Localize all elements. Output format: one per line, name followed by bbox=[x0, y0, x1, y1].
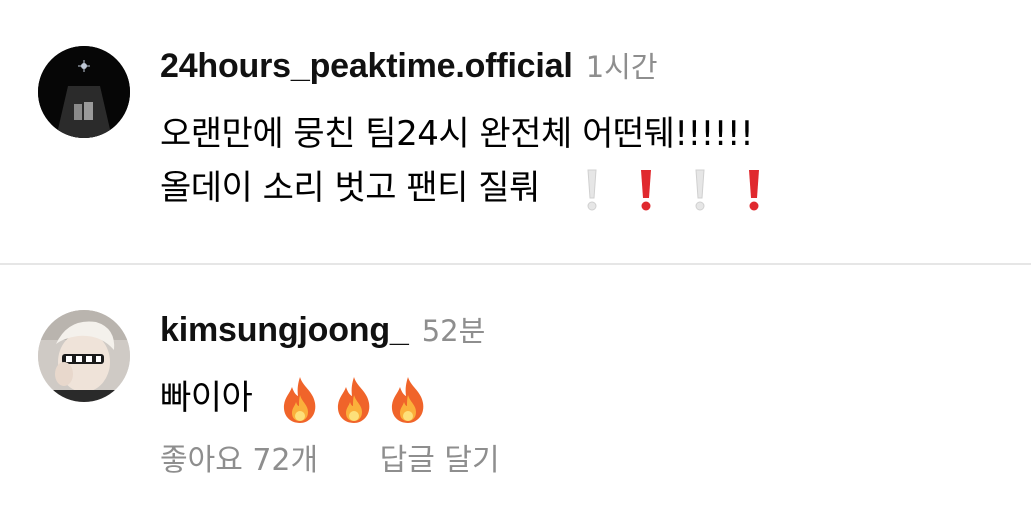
avatar[interactable] bbox=[38, 310, 130, 402]
comment-header: kimsungjoong_ 52분 bbox=[160, 308, 485, 350]
timestamp: 1시간 bbox=[585, 50, 658, 84]
avatar-image bbox=[38, 310, 130, 402]
reply-button[interactable]: 답글 달기 bbox=[380, 443, 500, 478]
comment-item: kimsungjoong_ 52분 빠이아 좋아요 72개 답글 달기 bbox=[0, 265, 1031, 530]
white-exclamation-icon bbox=[587, 169, 597, 210]
emoji-group bbox=[269, 375, 431, 425]
comment-text: 빠이아 bbox=[160, 378, 253, 418]
likes-count-button[interactable]: 좋아요 72개 bbox=[160, 443, 318, 478]
white-exclamation-icon bbox=[695, 169, 705, 210]
fire-icon bbox=[283, 376, 315, 423]
emoji-group bbox=[564, 168, 762, 212]
username[interactable]: 24hours_peaktime.official bbox=[160, 47, 573, 85]
username[interactable]: kimsungjoong_ bbox=[160, 311, 409, 349]
fire-icon bbox=[337, 376, 369, 423]
comment-actions: 좋아요 72개 답글 달기 bbox=[160, 435, 500, 479]
comment-text-line-with-emoji: 빠이아 bbox=[160, 370, 431, 425]
avatar[interactable] bbox=[38, 46, 130, 138]
comment-item: 24hours_peaktime.official 1시간 오랜만에 뭉친 팀2… bbox=[0, 0, 1031, 264]
comment-header: 24hours_peaktime.official 1시간 bbox=[160, 44, 658, 86]
red-exclamation-icon bbox=[749, 169, 760, 210]
red-exclamation-icon bbox=[641, 169, 652, 210]
timestamp: 52분 bbox=[421, 314, 486, 348]
comment-text-line: 오랜만에 뭉친 팀24시 완전체 어떤뒈!!!!!! bbox=[160, 114, 754, 154]
fire-icon bbox=[391, 376, 423, 423]
comment-text-line-with-emoji: 올데이 소리 벗고 팬티 질뤄 bbox=[160, 160, 762, 212]
comment-text: 올데이 소리 벗고 팬티 질뤄 bbox=[160, 168, 540, 208]
avatar-image bbox=[38, 46, 130, 138]
